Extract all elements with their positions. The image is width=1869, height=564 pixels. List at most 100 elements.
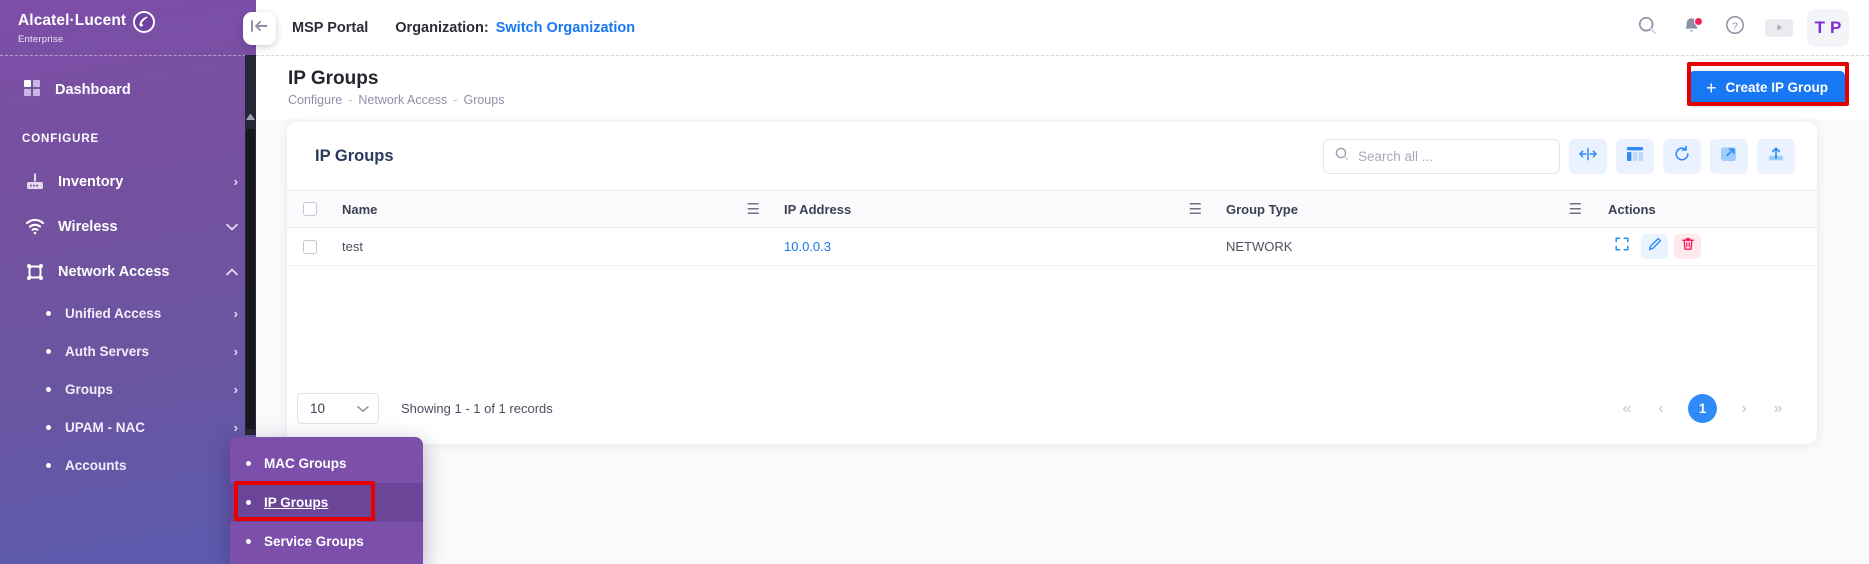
sidebar-scrollbar-thumb[interactable] [246,129,255,429]
flyout-item-mac-groups[interactable]: MAC Groups [230,444,423,483]
switch-organization-link[interactable]: Switch Organization [496,20,635,36]
sidebar-item-accounts[interactable]: Accounts › [0,446,256,484]
table-footer: 10 Showing 1 - 1 of 1 records « ‹ 1 › » [287,386,1817,431]
top-bar: MSP Portal Organization: Switch Organiza… [256,0,1869,55]
avatar-initial-1: T [1814,17,1826,37]
collapse-sidebar-icon [251,19,268,38]
edit-pencil-icon [1648,237,1662,256]
flyout-item-service-groups[interactable]: Service Groups [230,522,423,561]
alcatel-lucent-logo-icon [133,10,156,33]
refresh-button[interactable] [1663,138,1701,174]
msp-portal-label[interactable]: MSP Portal [292,20,368,36]
help-button[interactable]: ? [1717,10,1753,46]
plus-icon: + [1705,77,1717,98]
bullet-icon [46,348,51,354]
bullet-icon [46,310,51,316]
create-ip-group-label: Create IP Group [1725,80,1828,95]
fit-columns-button[interactable] [1569,138,1607,174]
flyout-item-ip-groups[interactable]: IP Groups [230,483,423,522]
column-header-name[interactable]: Name ☰ [332,202,774,217]
row-expand-button[interactable] [1608,234,1635,259]
breadcrumb-item-groups[interactable]: Groups [463,93,504,107]
cell-actions [1596,234,1817,259]
brand-name-row: Alcatel·Lucent [18,10,156,33]
sidebar-item-auth-servers-label: Auth Servers [65,343,150,359]
avatar-initial-2: P [1830,17,1842,37]
wifi-icon [22,218,48,235]
pagination-page-1[interactable]: 1 [1688,394,1717,423]
row-checkbox[interactable] [302,239,317,254]
brand-text: Alcatel·Lucent Enterprise [18,10,156,45]
pagination-first[interactable]: « [1612,394,1642,424]
breadcrumb-item-network-access[interactable]: Network Access [358,93,447,107]
page-title: IP Groups [288,67,379,89]
ip-groups-table: Name ☰ IP Address ☰ Group Type ☰ Actions [287,190,1817,364]
chevron-up-icon [226,265,238,278]
chevron-down-icon [226,220,238,233]
export-icon [1767,145,1785,168]
column-menu-icon[interactable]: ☰ [1189,202,1202,217]
column-header-group-type[interactable]: Group Type ☰ [1216,202,1596,217]
breadcrumb-separator: - [453,93,458,108]
sidebar-item-upam-nac-label: UPAM - NAC [65,419,145,435]
bullet-icon [246,500,251,505]
sidebar-item-upam-nac[interactable]: UPAM - NAC › [0,408,256,446]
collapse-sidebar-button[interactable] [243,12,276,45]
sidebar-item-inventory[interactable]: Inventory › [0,159,256,204]
expand-icon [1614,237,1629,256]
sidebar-scrollbar[interactable] [245,55,256,435]
sidebar-item-auth-servers[interactable]: Auth Servers › [0,332,256,370]
sidebar-item-network-access-label: Network Access [58,263,170,280]
pagination-last[interactable]: » [1763,394,1793,424]
svg-text:?: ? [1732,20,1738,32]
sidebar-item-groups[interactable]: Groups › [0,370,256,408]
search-icon [1638,16,1657,40]
column-header-ip-address[interactable]: IP Address ☰ [774,202,1216,217]
column-menu-icon[interactable]: ☰ [1569,202,1582,217]
delete-trash-icon [1681,237,1695,256]
notifications-button[interactable] [1673,10,1709,46]
fullscreen-icon [1720,145,1738,168]
sidebar-item-network-access[interactable]: Network Access [0,249,256,294]
flyout-item-mac-groups-label: MAC Groups [264,456,347,471]
breadcrumb: Configure - Network Access - Groups [288,93,504,107]
card-header: IP Groups [287,122,1817,190]
column-menu-icon[interactable]: ☰ [747,202,760,217]
create-ip-group-button[interactable]: + Create IP Group [1688,70,1845,105]
bullet-icon [46,386,51,392]
pagination-prev[interactable]: ‹ [1646,394,1676,424]
breadcrumb-item-configure[interactable]: Configure [288,93,342,107]
column-settings-button[interactable] [1616,138,1654,174]
search-button[interactable] [1629,10,1665,46]
cell-name-value: test [342,239,363,254]
search-all-field[interactable] [1323,138,1560,174]
fullscreen-button[interactable] [1710,138,1748,174]
sidebar-item-wireless[interactable]: Wireless [0,204,256,249]
export-button[interactable] [1757,138,1795,174]
video-tutorial-button[interactable] [1761,10,1797,46]
pagination-next[interactable]: › [1729,394,1759,424]
table-header-row: Name ☰ IP Address ☰ Group Type ☰ Actions [287,190,1817,228]
sidebar-item-dashboard[interactable]: Dashboard [0,69,256,111]
sidebar-item-wireless-label: Wireless [58,218,118,235]
table-row[interactable]: test 10.0.0.3 NETWORK [287,228,1817,266]
scroll-up-arrow-icon[interactable] [246,111,255,120]
brand-subtitle: Enterprise [18,33,64,45]
user-avatar[interactable]: T P [1807,8,1849,47]
cell-ip-address-link[interactable]: 10.0.0.3 [784,239,831,254]
row-edit-button[interactable] [1641,234,1668,259]
help-circle-icon: ? [1725,15,1745,40]
column-header-ip-address-label: IP Address [784,201,852,217]
sidebar-item-unified-access[interactable]: Unified Access › [0,294,256,332]
column-settings-icon [1626,146,1644,167]
sidebar-item-groups-label: Groups [65,381,114,397]
cell-group-type: NETWORK [1216,239,1596,254]
page-size-select[interactable]: 10 [297,393,379,424]
page-size-value: 10 [310,401,326,416]
row-delete-button[interactable] [1674,234,1701,259]
sidebar: Alcatel·Lucent Enterprise Dashboard CONF… [0,0,256,564]
select-all-checkbox[interactable] [302,202,317,216]
brand-logo[interactable]: Alcatel·Lucent Enterprise [0,0,256,55]
search-input[interactable] [1358,148,1548,164]
breadcrumb-separator: - [348,93,353,108]
